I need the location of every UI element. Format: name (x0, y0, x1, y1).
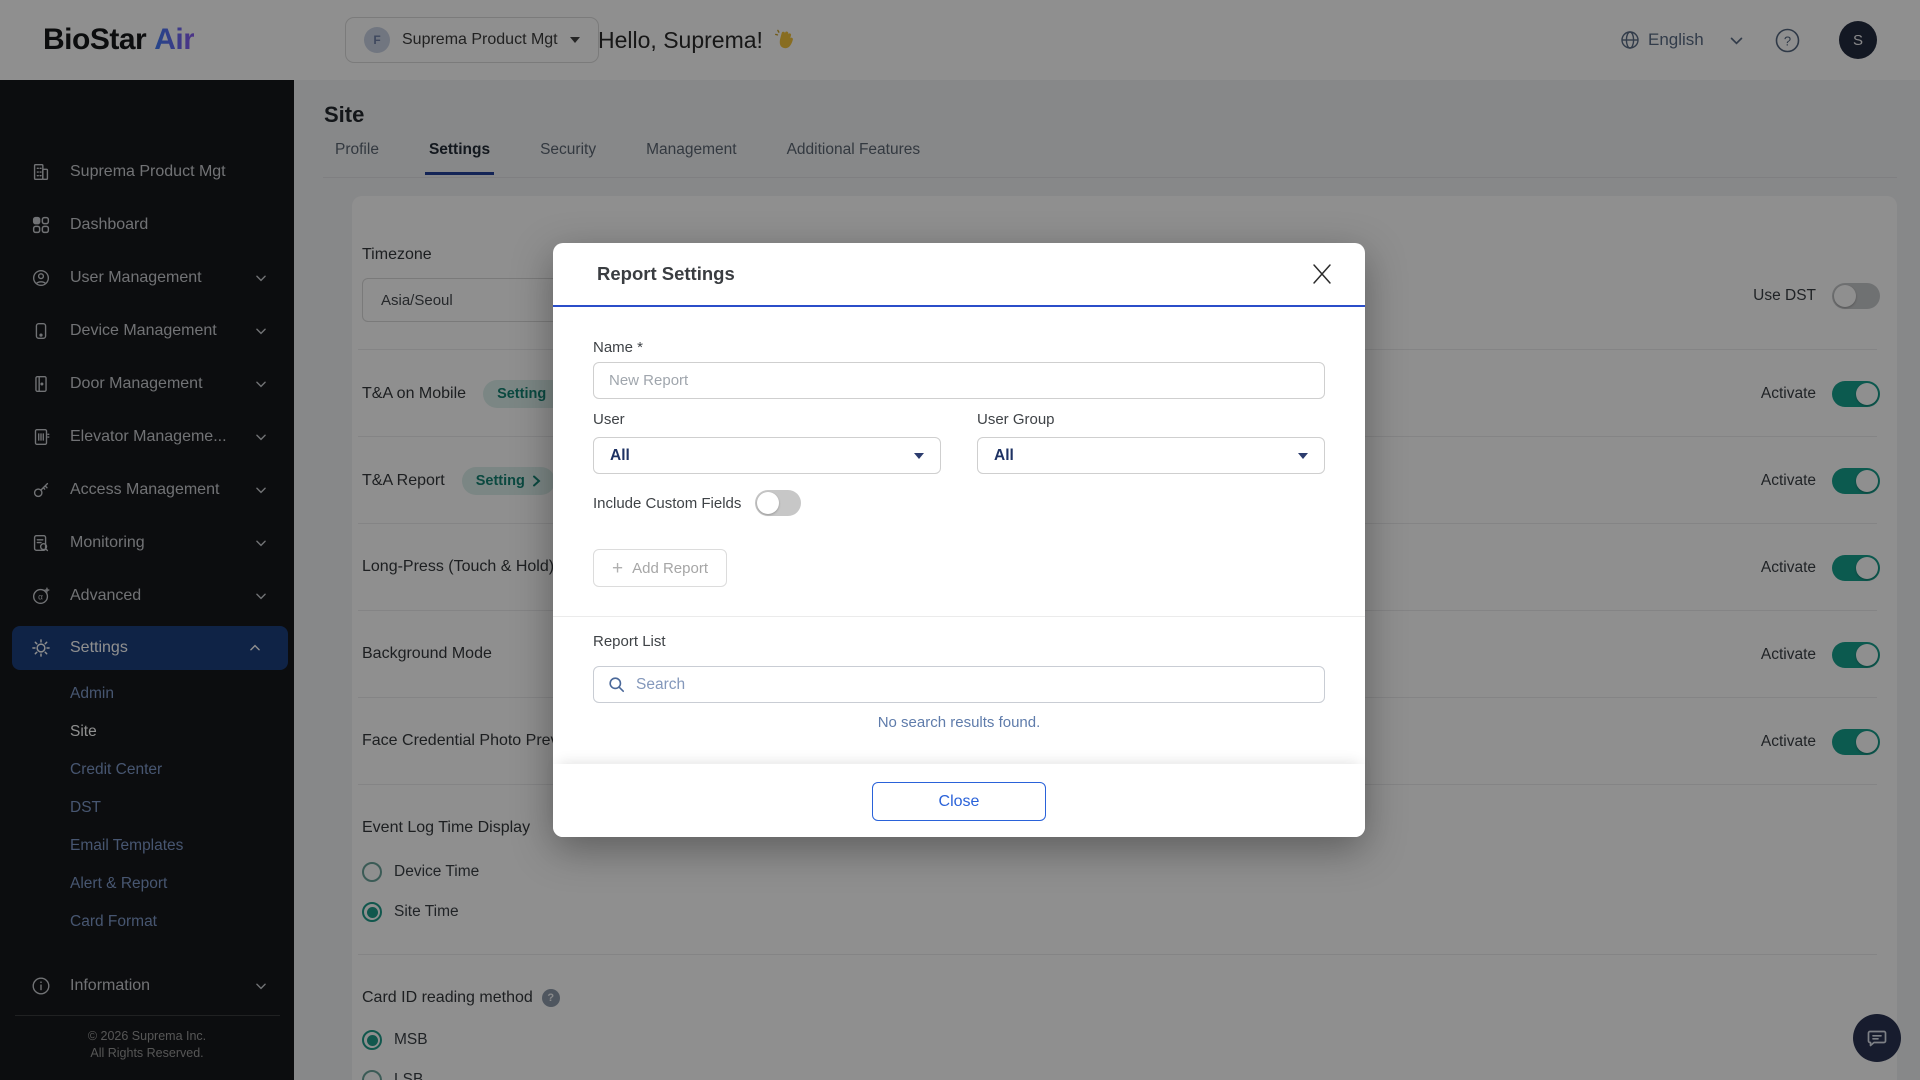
include-custom-fields-row: Include Custom Fields (593, 490, 802, 516)
app-screen: BioStar Air F Suprema Product Mgt Hello,… (0, 0, 1920, 1080)
close-button[interactable]: Close (872, 782, 1046, 821)
user-group-label: User Group (977, 411, 1055, 428)
name-label: Name * (593, 339, 644, 356)
add-report-button[interactable]: + Add Report (593, 549, 727, 587)
report-search-box (593, 666, 1325, 703)
include-custom-fields-label: Include Custom Fields (593, 494, 742, 512)
caret-down-icon (1298, 452, 1308, 459)
modal-section-divider (553, 616, 1365, 617)
caret-down-icon (914, 452, 924, 459)
modal-header: Report Settings (553, 243, 1365, 305)
search-icon (609, 677, 625, 693)
modal-footer: Close (553, 764, 1365, 837)
report-name-input[interactable] (593, 362, 1325, 399)
user-select[interactable]: All (593, 437, 941, 474)
user-label: User (593, 411, 625, 428)
report-list-label: Report List (593, 633, 666, 650)
toggle-knob (757, 492, 780, 514)
plus-icon: + (612, 557, 624, 579)
empty-results-message: No search results found. (877, 714, 1041, 731)
modal-accent-line (553, 305, 1365, 307)
close-icon[interactable] (1309, 261, 1335, 287)
include-custom-fields-toggle[interactable] (755, 490, 802, 516)
user-group-select[interactable]: All (977, 437, 1325, 474)
report-search-input[interactable] (634, 674, 1311, 695)
report-settings-modal: Report Settings Name * User All User Gro… (553, 243, 1365, 837)
modal-title: Report Settings (597, 263, 735, 284)
